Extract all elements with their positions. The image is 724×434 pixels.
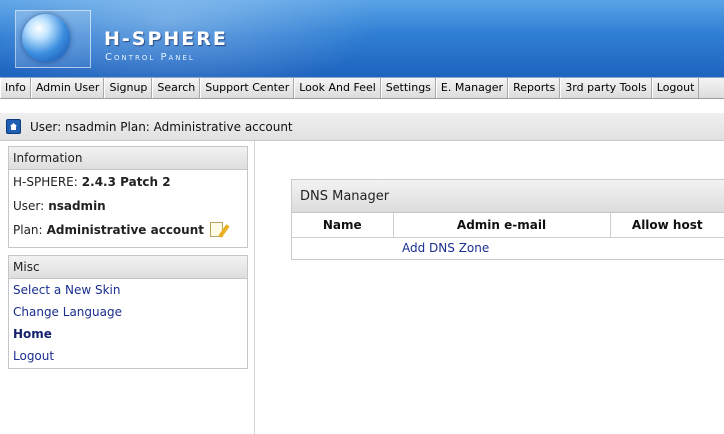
- nav-3rd-party-tools[interactable]: 3rd party Tools: [560, 78, 652, 98]
- column-admin-email: Admin e-mail: [393, 213, 611, 238]
- table-row: Add DNS Zone: [292, 237, 724, 259]
- dns-manager-panel: DNS Manager Name Admin e-mail Allow host…: [291, 179, 724, 260]
- dns-zone-table: Name Admin e-mail Allow host Add DNS Zon…: [292, 213, 724, 259]
- nav-logout[interactable]: Logout: [651, 78, 700, 98]
- select-skin-link[interactable]: Select a New Skin: [9, 279, 247, 301]
- nav-reports[interactable]: Reports: [508, 78, 561, 98]
- nav-admin-user[interactable]: Admin User: [30, 78, 105, 98]
- info-row-version: H-SPHERE: 2.4.3 Patch 2: [9, 170, 247, 194]
- info-row-plan: Plan: Administrative account: [9, 218, 247, 242]
- logout-link[interactable]: Logout: [9, 345, 247, 367]
- nav-info[interactable]: Info: [0, 78, 31, 98]
- info-row-user: User: nsadmin: [9, 194, 247, 218]
- add-dns-zone-link[interactable]: Add DNS Zone: [292, 241, 489, 255]
- info-value: 2.4.3 Patch 2: [81, 175, 171, 189]
- misc-heading: Misc: [9, 256, 247, 279]
- nav-search[interactable]: Search: [152, 78, 201, 98]
- info-label: Plan:: [13, 223, 43, 237]
- home-link[interactable]: Home: [9, 323, 247, 345]
- information-heading: Information: [9, 147, 247, 170]
- logo-subtitle: Control Panel: [105, 52, 195, 63]
- main-nav: Info Admin User Signup Search Support Ce…: [0, 77, 724, 99]
- info-value: Administrative account: [46, 223, 205, 237]
- nav-e-manager[interactable]: E. Manager: [435, 78, 509, 98]
- info-value: nsadmin: [48, 199, 106, 213]
- table-header-row: Name Admin e-mail Allow host: [292, 213, 724, 238]
- nav-support-center[interactable]: Support Center: [200, 78, 295, 98]
- home-icon[interactable]: [6, 119, 21, 134]
- user-bar: User: nsadmin Plan: Administrative accou…: [0, 113, 724, 141]
- misc-panel: Misc Select a New Skin Change Language H…: [8, 255, 248, 369]
- logo-sphere-icon: [22, 14, 70, 62]
- dns-manager-title: DNS Manager: [292, 180, 724, 213]
- user-plan-text: User: nsadmin Plan: Administrative accou…: [30, 120, 293, 134]
- column-name: Name: [292, 213, 394, 238]
- column-allow-host: Allow host: [610, 213, 724, 238]
- nav-look-and-feel[interactable]: Look And Feel: [294, 78, 381, 98]
- nav-signup[interactable]: Signup: [104, 78, 153, 98]
- information-panel: Information H-SPHERE: 2.4.3 Patch 2 User:…: [8, 146, 248, 248]
- edit-plan-icon[interactable]: [210, 222, 224, 237]
- nav-settings[interactable]: Settings: [380, 78, 436, 98]
- change-language-link[interactable]: Change Language: [9, 301, 247, 323]
- info-label: H-SPHERE:: [13, 175, 78, 189]
- header-banner: H-SPHERE Control Panel: [0, 0, 724, 77]
- sidebar: Information H-SPHERE: 2.4.3 Patch 2 User:…: [2, 141, 255, 434]
- logo-title: H-SPHERE: [104, 28, 228, 50]
- info-label: User:: [13, 199, 45, 213]
